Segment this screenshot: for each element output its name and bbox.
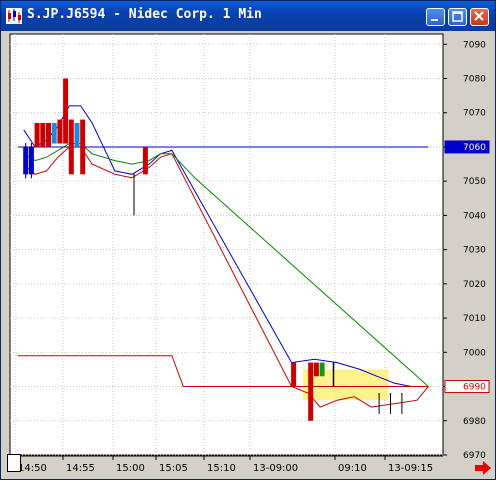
maximize-icon [452,11,463,22]
price-bar [332,362,335,387]
x-tick-label: 13-09:00 [253,463,298,474]
price-bar [34,122,40,147]
x-tick-label: 15:10 [207,463,236,474]
price-bar [51,122,57,144]
x-tick-label: 15:00 [116,463,145,474]
price-marker-label: 7060 [463,143,486,153]
y-tick-label: 7050 [463,177,486,187]
price-bar [378,393,380,395]
price-bar [57,119,63,144]
price-bar [313,362,319,377]
price-bar [28,146,34,175]
close-icon [474,11,484,21]
price-marker-label: 6990 [463,383,486,393]
chart-frame: 7090 7080 7070 7060 7050 7040 7030 7020 7010 7000… [6,32,492,475]
price-bar [40,122,46,147]
price-bar [142,146,148,175]
x-tick-label: 09:10 [338,463,367,474]
price-bar [23,146,29,175]
candlestick-app-icon [6,8,22,24]
maximize-button[interactable] [448,8,467,26]
price-bar [63,78,69,144]
y-tick-label: 7090 [463,40,486,50]
window-title: S.JP.J6594 - Nidec Corp. 1 Min [27,7,262,22]
minimize-button[interactable] [426,8,445,26]
close-button[interactable] [470,8,489,26]
price-bar [389,393,392,395]
price-bar [68,119,74,175]
y-tick-label: 7000 [463,348,486,358]
y-tick-label: 7010 [463,314,486,324]
title-bar[interactable]: S.JP.J6594 - Nidec Corp. 1 Min [1,1,495,31]
y-tick-label: 6980 [463,417,486,427]
y-tick-label: 7040 [463,211,486,221]
x-tick-label: 14:55 [66,463,95,474]
price-bar [401,393,403,395]
y-tick-label: 7020 [463,280,486,290]
price-bar [46,122,51,147]
price-bar [74,122,80,147]
price-bar [319,362,325,377]
price-bar [133,174,135,176]
y-tick-label: 7030 [463,246,486,256]
price-chart[interactable]: 7090 7080 7070 7060 7050 7040 7030 7020 7010 7000… [6,32,492,475]
scroll-right-arrow-icon[interactable] [473,460,493,476]
price-bar [308,362,314,421]
y-tick-label: 7080 [463,74,486,84]
chart-window: S.JP.J6594 - Nidec Corp. 1 Min 7090 7080 7… [0,0,496,480]
minimize-icon [431,19,438,21]
x-tick-label: 15:05 [159,463,188,474]
x-tick-label: 13-09:15 [388,463,433,474]
price-bar [291,362,297,387]
y-tick-label: 7070 [463,109,486,119]
price-bar [80,119,86,175]
scroll-corner[interactable] [7,454,21,472]
x-tick-label: 14:50 [18,463,47,474]
